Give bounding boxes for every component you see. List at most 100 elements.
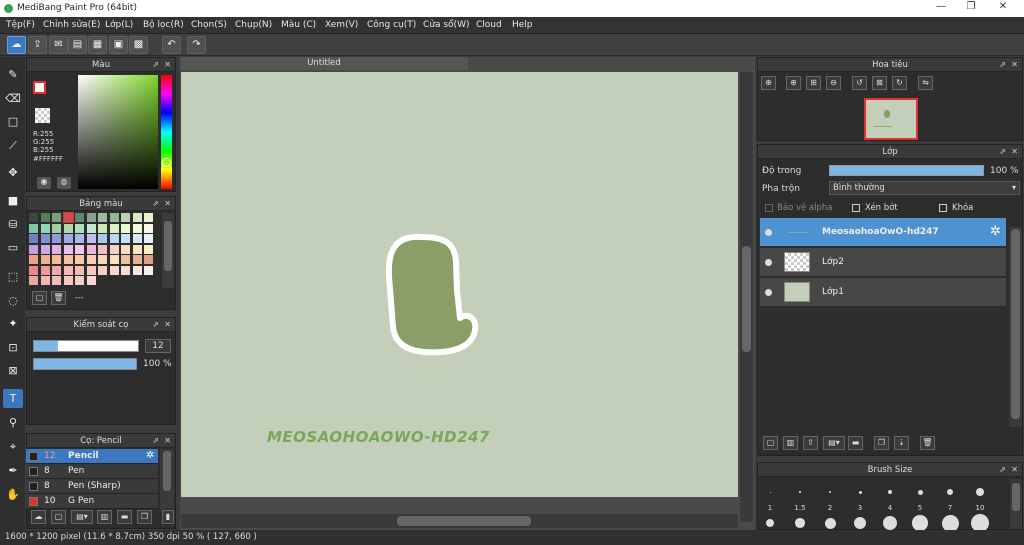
rect-select-tool-icon[interactable]: ⬚: [3, 267, 23, 286]
brush-opacity-slider[interactable]: [33, 358, 137, 370]
palette-scrollbar[interactable]: [162, 213, 174, 288]
note-icon[interactable]: ▤: [68, 36, 87, 54]
maximize-button[interactable]: ❐: [956, 1, 986, 15]
menu-select[interactable]: Chọn(S): [191, 20, 227, 30]
palette-swatch[interactable]: [75, 255, 84, 264]
undock-icon[interactable]: ⇗: [152, 434, 159, 448]
brush-type-dropdown-icon[interactable]: ▤▾: [71, 510, 93, 524]
layer-folder-icon[interactable]: ▬: [848, 436, 863, 450]
brush-size-large-dot[interactable]: [941, 514, 959, 532]
brush-size-large-dot[interactable]: [824, 517, 836, 529]
bucket-tool-icon[interactable]: ⛁: [3, 215, 23, 234]
merge-layer-icon[interactable]: ⇣: [894, 436, 909, 450]
gradient-tool-icon[interactable]: ▭: [3, 238, 23, 257]
palette-swatch[interactable]: [109, 255, 119, 264]
palette-swatch[interactable]: [144, 244, 153, 254]
menu-window[interactable]: Cửa sổ(W): [423, 20, 469, 30]
palette-swatch[interactable]: [109, 244, 119, 254]
menu-layer[interactable]: Lớp(L): [105, 20, 133, 30]
magic-wand-tool-icon[interactable]: ✦: [3, 314, 23, 333]
import-layer-icon[interactable]: ⇪: [803, 436, 818, 450]
palette-swatch[interactable]: [52, 255, 61, 264]
rotate-left-icon[interactable]: ↺: [852, 76, 867, 90]
brush-size-dot[interactable]: [799, 491, 801, 493]
close-button[interactable]: ✕: [988, 1, 1018, 15]
color-wheel-icon[interactable]: ◍: [57, 177, 71, 189]
brush-size-large-dot[interactable]: [912, 515, 928, 531]
palette-swatch[interactable]: [98, 234, 107, 243]
brush-size-large-dot[interactable]: [766, 519, 774, 527]
palette-swatch[interactable]: [29, 234, 38, 243]
palette-swatch[interactable]: [132, 255, 142, 264]
brush-size-dot[interactable]: [888, 490, 892, 494]
palette-swatch[interactable]: [132, 223, 142, 233]
text-tool-icon[interactable]: T: [3, 389, 23, 408]
layer-opacity-slider[interactable]: [829, 165, 984, 176]
brush-size-large-dot[interactable]: [795, 518, 805, 528]
brush-size-dot[interactable]: [829, 491, 831, 493]
shape-tool-icon[interactable]: □: [3, 112, 23, 131]
visibility-eye-icon[interactable]: [765, 229, 772, 236]
palette-swatch[interactable]: [40, 223, 50, 233]
layer-row-meosaohoa[interactable]: MeosaohoaOwO-hd247 ✲: [760, 218, 1006, 247]
menu-color[interactable]: Màu (C): [281, 20, 316, 30]
document-canvas[interactable]: MEOSAOHOAOWO-HD247: [181, 72, 738, 497]
brush-size-value[interactable]: 12: [145, 339, 171, 353]
color-saturation-field[interactable]: [78, 75, 158, 189]
layer-row-lop2[interactable]: Lớp2: [760, 248, 1006, 277]
palette-swatch[interactable]: [144, 255, 153, 264]
reset-rotation-icon[interactable]: ⊠: [872, 76, 887, 90]
palette-swatch[interactable]: [121, 265, 130, 275]
palette-swatch[interactable]: [52, 244, 61, 254]
brush-size-large-dot[interactable]: [853, 516, 867, 530]
move-tool-icon[interactable]: ✥: [3, 163, 23, 182]
palette-swatch[interactable]: [63, 234, 73, 243]
palette-swatch[interactable]: [144, 265, 153, 275]
brush-size-dot[interactable]: [947, 489, 953, 495]
palette-swatch[interactable]: [98, 244, 107, 254]
delete-brush-icon[interactable]: ▮: [162, 510, 174, 524]
palette-swatch[interactable]: [40, 234, 50, 243]
palette-swatch[interactable]: [63, 276, 73, 285]
add-brush-cloud-icon[interactable]: ☁: [31, 510, 46, 524]
palette-swatch[interactable]: [63, 223, 73, 233]
palette-swatch[interactable]: [63, 255, 73, 264]
brush-size-large-dot[interactable]: [883, 516, 897, 530]
lock-checkbox[interactable]: [939, 204, 947, 212]
palette-swatch[interactable]: [52, 265, 61, 275]
palette-swatch[interactable]: [86, 244, 96, 254]
layer-row-lop1[interactable]: Lớp1: [760, 278, 1006, 307]
line-tool-icon[interactable]: ⟋: [3, 136, 23, 155]
palette-swatch[interactable]: [98, 223, 107, 233]
tiles-icon[interactable]: ▩: [129, 36, 148, 54]
color-picker-icon[interactable]: ◉: [37, 177, 51, 189]
palette-swatch[interactable]: [144, 234, 153, 243]
new-layer-icon[interactable]: ▢: [763, 436, 778, 450]
close-panel-icon[interactable]: ✕: [1011, 463, 1018, 477]
palette-swatch[interactable]: [109, 234, 119, 243]
zoom-out-icon[interactable]: ⊖: [826, 76, 841, 90]
menu-tools[interactable]: Công cụ(T): [367, 20, 416, 30]
palette-swatch[interactable]: [52, 234, 61, 243]
palette-swatch[interactable]: [98, 213, 107, 222]
palette-swatch[interactable]: [62, 212, 74, 223]
palette-swatch[interactable]: [29, 255, 38, 264]
zoom-in-icon[interactable]: ⊕: [786, 76, 801, 90]
palette-swatch[interactable]: [75, 265, 84, 275]
palette-swatch[interactable]: [52, 276, 61, 285]
palette-swatch[interactable]: [75, 276, 84, 285]
menu-filter[interactable]: Bộ lọc(R): [143, 20, 184, 30]
new-brush-icon[interactable]: ▢: [51, 510, 66, 524]
clipping-checkbox[interactable]: [852, 204, 860, 212]
layer-settings-gear-icon[interactable]: ✲: [990, 224, 1001, 239]
grid-icon[interactable]: ▣: [109, 36, 128, 54]
palette-swatch[interactable]: [75, 244, 84, 254]
layer-list-scrollbar[interactable]: [1009, 227, 1022, 427]
eraser-tool-icon[interactable]: ⌫: [3, 89, 23, 108]
select-pen-tool-icon[interactable]: ⊡: [3, 338, 23, 357]
vertical-scroll-thumb[interactable]: [742, 246, 751, 352]
palette-swatch[interactable]: [75, 213, 84, 222]
actual-size-icon[interactable]: ⊞: [806, 76, 821, 90]
palette-swatch[interactable]: [75, 234, 84, 243]
menu-edit[interactable]: Chỉnh sửa(E): [43, 20, 100, 30]
